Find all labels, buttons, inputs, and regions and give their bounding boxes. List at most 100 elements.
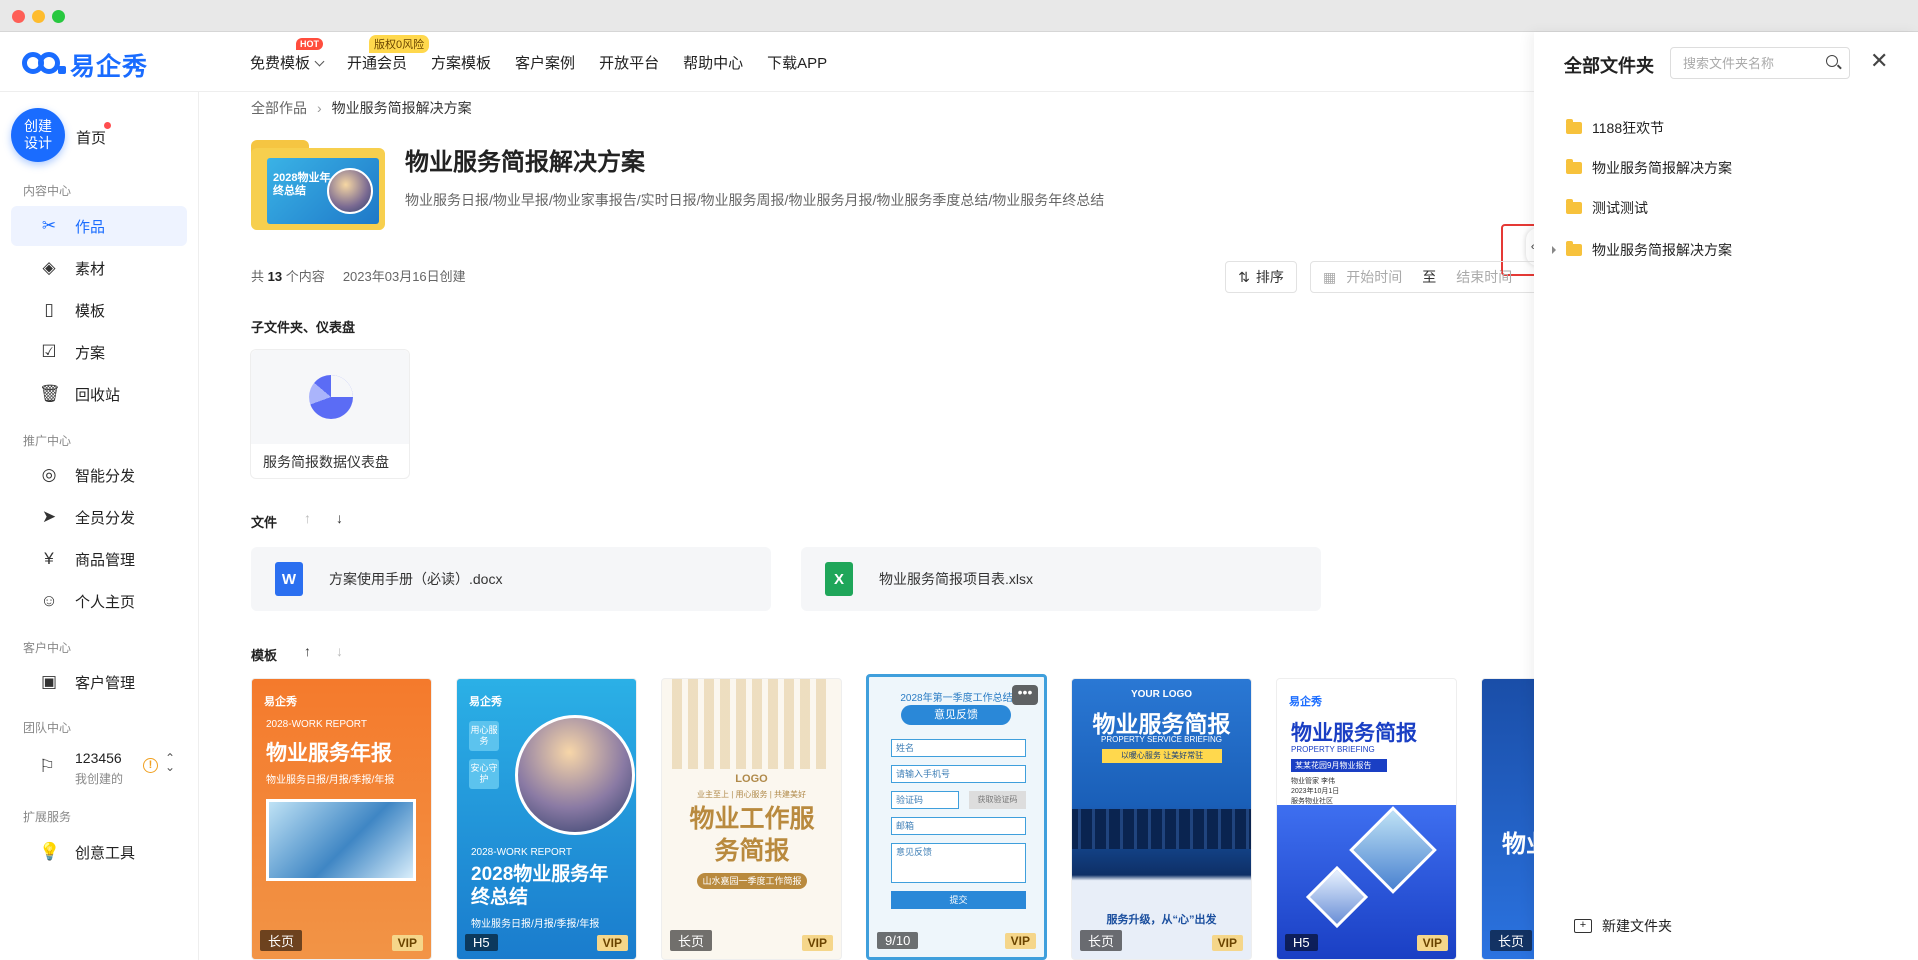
file-card-xlsx[interactable]: X 物业服务简报项目表.xlsx [801,547,1321,611]
nav-customer-cases[interactable]: 客户案例 [515,52,575,73]
sidebar-item-templates[interactable]: ▯ 模板 [11,290,187,330]
sort-down-icon[interactable]: ↓ [336,510,343,526]
template-card[interactable]: 易企秀 2028-WORK REPORT 物业服务年报 物业服务日报/月报/季报… [251,678,432,960]
folder-item[interactable]: 物业服务简报解决方案 [1566,155,1732,181]
window-maximize-button[interactable] [52,10,65,23]
template-chip: 用心服务 [469,721,499,751]
date-end[interactable]: 结束时间 [1456,267,1512,287]
file-card-docx[interactable]: W 方案使用手册（必读）.docx [251,547,771,611]
nav-label: 开通会员 [347,54,408,72]
date-range-picker[interactable]: ▦ 开始时间 至 结束时间 [1310,261,1534,293]
template-en-title: PROPERTY SERVICE BRIEFING [1101,735,1222,744]
pie-chart-icon [309,375,353,419]
file-name: 物业服务简报项目表.xlsx [879,571,1033,587]
sidebar-item-staff-distribution[interactable]: ➤ 全员分发 [11,497,187,537]
hot-badge: HOT [296,37,323,50]
template-band: 以暖心服务 让美好常驻 [1102,749,1222,763]
template-slogan: 服务升级，从“心”出发 [1106,914,1217,926]
sort-up-icon[interactable]: ↑ [304,643,311,659]
form-field: 姓名 [891,739,1026,757]
new-folder-button[interactable]: + 新建文件夹 [1574,916,1672,936]
close-icon[interactable]: ✕ [1870,50,1888,72]
folder-panel: 全部文件夹 ✕ 1188狂欢节 物业服务简报解决方案 测试测试 物业服务简报解决… [1534,32,1918,960]
sort-button[interactable]: ⇅ 排序 [1225,261,1297,293]
form-field: 请输入手机号 [891,765,1026,783]
template-card[interactable]: YOUR LOGO 物业服务简报 PROPERTY SERVICE BRIEFI… [1071,678,1252,960]
menu-label: 作品 [75,218,106,236]
lightbulb-icon: 💡 [39,842,61,861]
top-nav: 免费模板 HOT 开通会员 版权0风险 方案模板 客户案例 开放平台 帮助中心 … [250,32,851,92]
template-title: 物业工作服务简报 [689,805,815,865]
meta-prefix: 共 [251,269,265,284]
files-title: 文件 [251,515,278,530]
nav-solution-templates[interactable]: 方案模板 [431,52,491,73]
template-card[interactable]: 易企秀 用心服务 安心守护 2028-WORK REPORT 2028物业服务年… [456,678,637,960]
template-title: 2028物业服务年终总结 [471,864,609,908]
template-title: 物业 [1502,831,1534,858]
vip-badge: VIP [596,935,628,951]
template-brand: 易企秀 [264,696,297,708]
section-customer-center: 客户中心 [23,641,72,655]
date-start[interactable]: 开始时间 [1346,267,1402,287]
sidebar-item-materials[interactable]: ◈ 素材 [11,248,187,288]
window-minimize-button[interactable] [32,10,45,23]
expand-caret-icon[interactable] [1552,246,1556,254]
template-card[interactable]: LOGO 业主至上 | 用心服务 | 共建美好 物业工作服务简报 山水嘉园一季度… [661,678,842,960]
template-card[interactable]: 2028年第一季度工作总结 意见反馈 ••• 姓名 请输入手机号 验证码 获取验… [866,674,1047,960]
warning-icon[interactable]: ! [143,758,158,773]
folder-item[interactable]: 测试测试 [1566,195,1648,221]
sidebar-item-solutions[interactable]: ☑ 方案 [11,332,187,372]
template-title: 物业服务简报 [1291,722,1417,745]
folder-item[interactable]: 1188狂欢节 [1566,115,1664,141]
template-subtitle: 山水嘉园一季度工作简报 [697,873,807,889]
folder-item[interactable]: 物业服务简报解决方案 [1566,237,1732,263]
sidebar-item-trash[interactable]: 🗑 回收站 [11,374,187,414]
sidebar-item-customer-management[interactable]: ▣ 客户管理 [11,662,187,702]
folder-tags: 物业服务日报/物业早报/物业家事报告/实时日报/物业服务周报/物业服务月报/物业… [405,192,1105,208]
menu-label: 个人主页 [75,593,136,611]
folder-search-input[interactable] [1670,47,1850,79]
menu-label: 素材 [75,260,106,278]
nav-help-center[interactable]: 帮助中心 [683,52,743,73]
vip-badge: VIP [1416,935,1448,951]
nav-free-templates[interactable]: 免费模板 HOT [250,37,325,73]
more-options-button[interactable]: ••• [1012,685,1038,705]
sidebar-item-home[interactable]: 首页 [76,127,106,148]
nav-open-platform[interactable]: 开放平台 [599,52,659,73]
sidebar-item-smart-distribution[interactable]: ◎ 智能分发 [11,455,187,495]
folder-cover: 2028物业年终总结 [251,140,385,230]
sort-label: 排序 [1255,269,1284,285]
nav-download-app[interactable]: 下载APP [767,52,827,73]
template-brand: 易企秀 [469,696,502,708]
template-form-title: 意见反馈 [901,705,1011,725]
template-type-tag: 长页 [260,930,303,951]
app-logo[interactable]: 易企秀 [22,46,147,81]
menu-label: 创意工具 [75,844,136,862]
create-design-button[interactable]: 创建设计 [11,108,65,162]
template-page-count: 9/10 [877,932,919,949]
contacts-icon: ▣ [40,672,58,691]
copyright-badge: 版权0风险 [369,34,430,53]
panel-title: 全部文件夹 [1564,56,1654,76]
product-icon: ¥ [44,549,54,568]
chevron-down-icon [314,56,325,66]
breadcrumb-all-works[interactable]: 全部作品 [251,100,307,116]
team-switcher[interactable]: ⚐ 123456 我创建的 ! ⌃ ⌄ [11,742,187,794]
nav-membership[interactable]: 开通会员 版权0风险 [347,34,430,73]
template-card[interactable]: 物业 长页 [1481,678,1534,960]
sidebar-item-creative-tools[interactable]: 💡 创意工具 [11,832,187,872]
menu-label: 回收站 [75,386,121,404]
window-titlebar [0,0,1918,32]
sidebar-item-works[interactable]: ✂ 作品 [11,206,187,246]
switch-arrows-icon[interactable]: ⌃ ⌄ [165,752,175,773]
trash-icon: 🗑 [39,384,61,403]
folder-icon [1566,119,1582,134]
template-card[interactable]: 易企秀 物业服务简报 PROPERTY BRIEFING 某某花园9月物业报告 … [1276,678,1457,960]
window-close-button[interactable] [12,10,25,23]
dashboard-card[interactable]: 服务简报数据仪表盘 [250,349,410,479]
sidebar-item-product-management[interactable]: ¥ 商品管理 [11,539,187,579]
sidebar-item-personal-page[interactable]: ☺ 个人主页 [11,581,187,621]
search-icon[interactable] [1826,55,1838,67]
sort-down-icon[interactable]: ↓ [336,643,343,659]
sort-up-icon[interactable]: ↑ [304,510,311,526]
